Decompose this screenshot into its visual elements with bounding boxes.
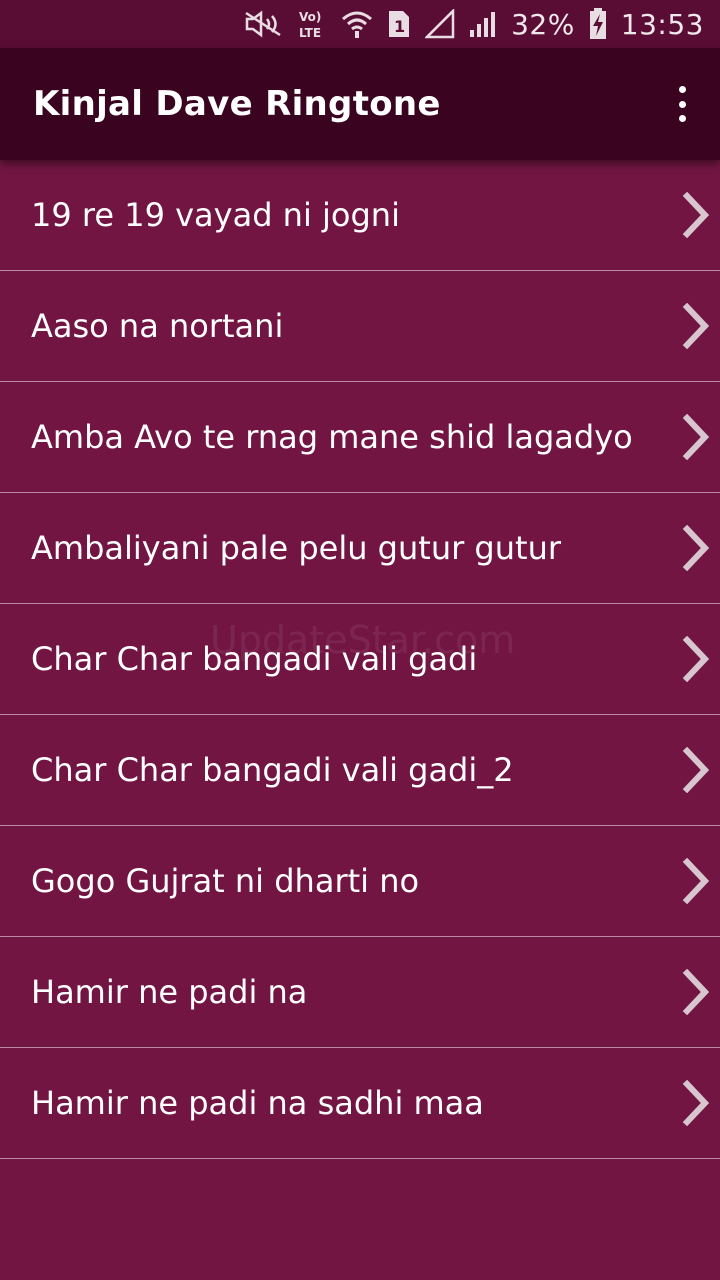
more-vert-icon[interactable] — [672, 86, 692, 122]
volte-icon: Vo) LTE — [297, 8, 327, 40]
list-item[interactable]: Gogo Gujrat ni dharti no — [0, 826, 720, 937]
list-item[interactable]: 19 re 19 vayad ni jogni — [0, 160, 720, 271]
app-bar: Kinjal Dave Ringtone — [0, 48, 720, 160]
ringtone-title: Hamir ne padi na — [31, 973, 308, 1011]
svg-text:Vo): Vo) — [299, 10, 321, 24]
ringtone-title: Ambaliyani pale pelu gutur gutur — [31, 529, 561, 567]
list-item[interactable]: Aaso na nortani — [0, 271, 720, 382]
chevron-right-icon — [682, 303, 710, 349]
mute-icon — [243, 10, 283, 38]
signal-icon — [469, 10, 497, 38]
wifi-icon — [341, 9, 373, 39]
chevron-right-icon — [682, 747, 710, 793]
svg-text:1: 1 — [394, 17, 405, 36]
ringtone-title: Aaso na nortani — [31, 307, 284, 345]
app-title: Kinjal Dave Ringtone — [33, 84, 441, 124]
svg-text:LTE: LTE — [299, 26, 321, 40]
chevron-right-icon — [682, 414, 710, 460]
list-item[interactable]: Hamir ne padi na sadhi maa — [0, 1048, 720, 1159]
chevron-right-icon — [682, 192, 710, 238]
sim-1-icon: 1 — [387, 9, 411, 39]
menu-dot — [678, 115, 686, 122]
list-item[interactable]: Hamir ne padi na — [0, 937, 720, 1048]
ringtone-title: Amba Avo te rnag mane shid lagadyo — [31, 418, 633, 456]
chevron-right-icon — [682, 525, 710, 571]
status-bar: Vo) LTE 1 32% 13:53 — [0, 0, 720, 48]
ringtone-title: Gogo Gujrat ni dharti no — [31, 862, 420, 900]
list-item[interactable]: Ambaliyani pale pelu gutur gutur — [0, 493, 720, 604]
ringtone-title: Char Char bangadi vali gadi_2 — [31, 751, 514, 789]
status-time: 13:53 — [620, 7, 704, 41]
battery-percent: 32% — [511, 7, 575, 41]
ringtone-title: Hamir ne padi na sadhi maa — [31, 1084, 484, 1122]
list-item[interactable]: Amba Avo te rnag mane shid lagadyo — [0, 382, 720, 493]
ringtone-title: 19 re 19 vayad ni jogni — [31, 196, 400, 234]
chevron-right-icon — [682, 1080, 710, 1126]
ringtone-list: 19 re 19 vayad ni jogni Aaso na nortani … — [0, 160, 720, 1159]
list-item[interactable]: Char Char bangadi vali gadi_2 — [0, 715, 720, 826]
no-signal-icon — [425, 9, 455, 39]
menu-dot — [678, 100, 686, 108]
chevron-right-icon — [682, 636, 710, 682]
menu-dot — [678, 86, 686, 93]
ringtone-title: Char Char bangadi vali gadi — [31, 640, 478, 678]
battery-charging-icon — [589, 8, 607, 40]
list-item[interactable]: Char Char bangadi vali gadi — [0, 604, 720, 715]
chevron-right-icon — [682, 969, 710, 1015]
chevron-right-icon — [682, 858, 710, 904]
